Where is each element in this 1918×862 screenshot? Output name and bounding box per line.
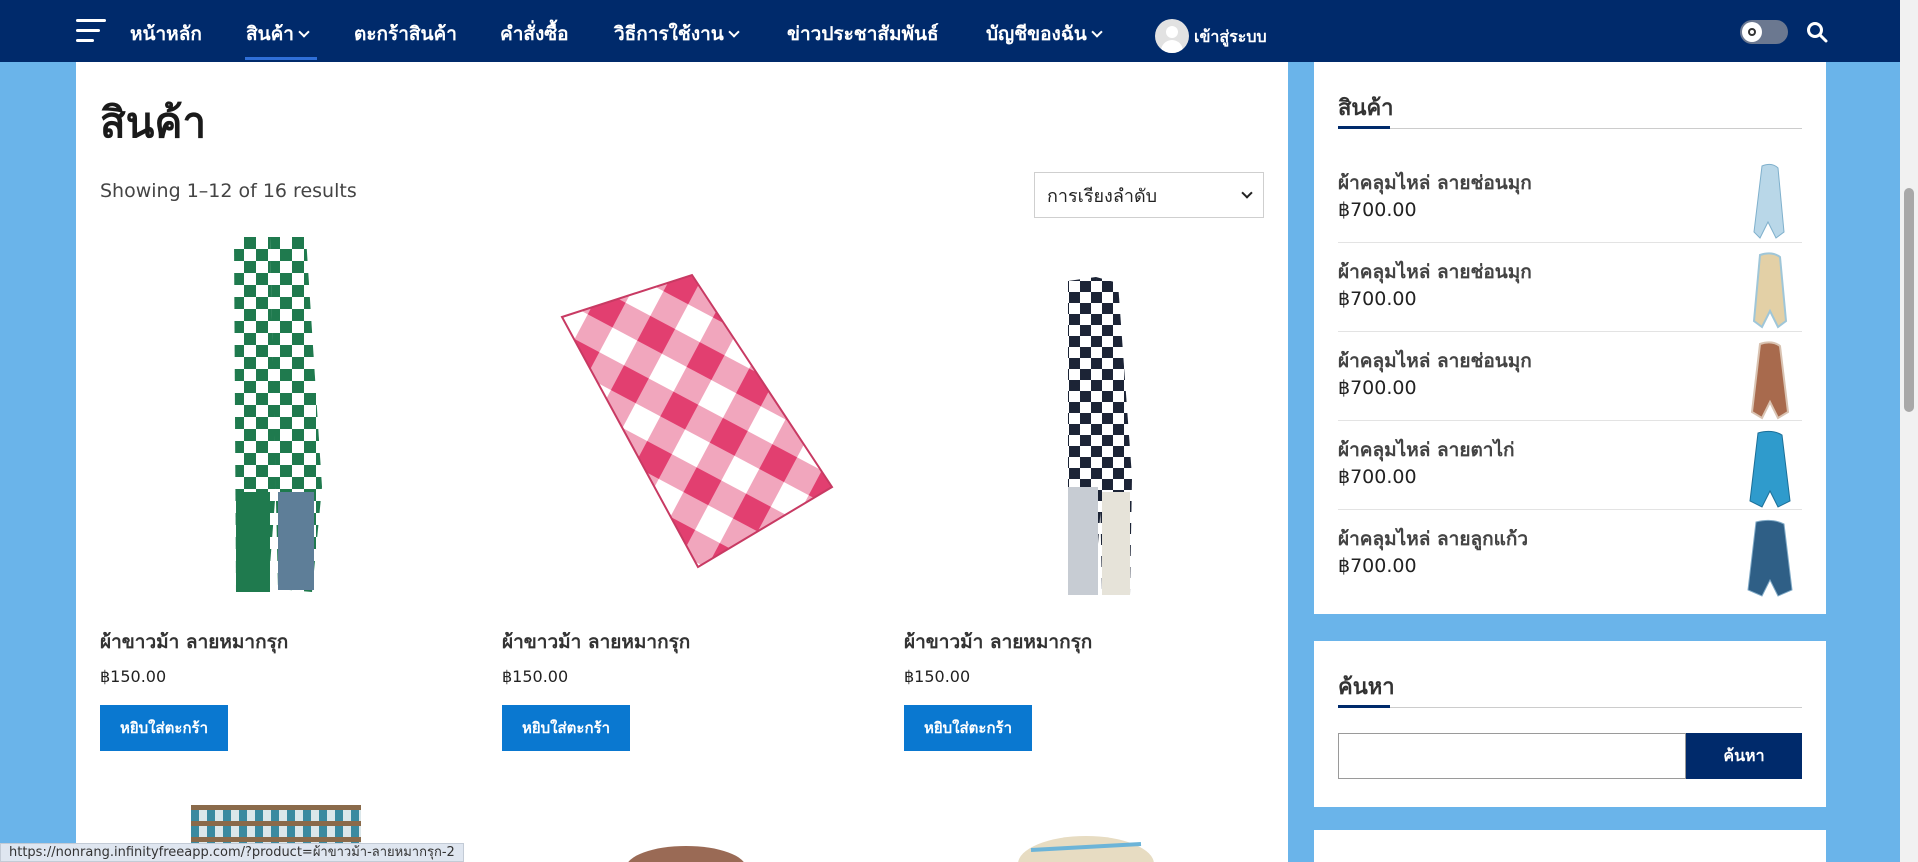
sidebar-product-price: ฿700.00 [1338,555,1417,577]
product-thumbnail[interactable] [1738,518,1802,598]
product-price: ฿150.00 [502,667,569,686]
product-image[interactable] [616,842,756,862]
nav-item-my-account[interactable]: บัญชีของฉัน [986,19,1103,49]
product-name[interactable]: ผ้าขาวม้า ลายหมากรุก [904,627,1092,657]
search-input[interactable] [1338,733,1686,779]
nav-item-how-to-use[interactable]: วิธีการใช้งาน [614,19,740,49]
status-bar-url: https://nonrang.infinityfreeapp.com/?pro… [0,843,464,862]
nav-item-cart[interactable]: ตะกร้าสินค้า [354,19,457,49]
product-name[interactable]: ผ้าขาวม้า ลายหมากรุก [502,627,690,657]
sidebar-product-item[interactable]: ผ้าคลุมไหล่ ลายลูกแก้ว ฿700.00 [1338,518,1802,606]
widget-title: ค้นหา [1338,675,1395,700]
sidebar-product-item[interactable]: ผ้าคลุมไหล่ ลายช่อนมุก ฿700.00 [1338,162,1802,250]
search-icon[interactable] [1806,21,1828,43]
main-content: สินค้า Showing 1–12 of 16 results การเรี… [76,62,1288,862]
sidebar-products-widget: สินค้า ผ้าคลุมไหล่ ลายช่อนมุก ฿700.00 ผ้… [1314,62,1826,614]
add-to-cart-button[interactable]: หยิบใส่ตะกร้า [904,705,1032,751]
product-thumbnail[interactable] [1738,340,1802,420]
add-to-cart-button[interactable]: หยิบใส่ตะกร้า [502,705,630,751]
top-navigation: หน้าหลัก สินค้า ตะกร้าสินค้า คำสั่งซื้อ … [0,0,1900,62]
sidebar-product-item[interactable]: ผ้าคลุมไหล่ ลายช่อนมุก ฿700.00 [1338,340,1802,428]
nav-item-news[interactable]: ข่าวประชาสัมพันธ์ [787,19,939,49]
sidebar-product-price: ฿700.00 [1338,199,1417,221]
sidebar-product-name[interactable]: ผ้าคลุมไหล่ ลายตาไก่ [1338,435,1515,465]
product-price: ฿150.00 [100,667,167,686]
avatar-icon[interactable] [1155,19,1189,53]
product-thumbnail[interactable] [1738,162,1802,242]
sidebar-product-price: ฿700.00 [1338,288,1417,310]
product-name[interactable]: ผ้าขาวม้า ลายหมากรุก [100,627,288,657]
product-image[interactable] [502,237,862,597]
product-thumbnail[interactable] [1738,429,1802,509]
add-to-cart-button[interactable]: หยิบใส่ตะกร้า [100,705,228,751]
login-link[interactable]: เข้าสู่ระบบ [1194,25,1267,50]
nav-item-home[interactable]: หน้าหลัก [130,19,202,49]
chevron-down-icon [1241,187,1253,199]
product-image[interactable] [1011,830,1161,862]
sidebar-product-name[interactable]: ผ้าคลุมไหล่ ลายลูกแก้ว [1338,524,1528,554]
page-title: สินค้า [100,98,207,147]
sidebar-product-item[interactable]: ผ้าคลุมไหล่ ลายช่อนมุก ฿700.00 [1338,251,1802,339]
nav-item-products[interactable]: สินค้า [246,19,310,49]
sidebar-product-name[interactable]: ผ้าคลุมไหล่ ลายช่อนมุก [1338,257,1532,287]
orderby-select[interactable]: การเรียงลำดับ [1034,172,1264,218]
widget-title: สินค้า [1338,96,1394,121]
sidebar-search-widget: ค้นหา ค้นหา [1314,641,1826,807]
result-count: Showing 1–12 of 16 results [100,180,357,202]
sidebar-product-item[interactable]: ผ้าคลุมไหล่ ลายตาไก่ ฿700.00 [1338,429,1802,517]
sun-icon [1742,22,1762,42]
sidebar-widget [1314,830,1826,862]
chevron-down-icon [728,26,740,38]
product-image[interactable] [100,237,460,597]
theme-toggle[interactable] [1740,20,1788,44]
sidebar-product-price: ฿700.00 [1338,377,1417,399]
sidebar-product-price: ฿700.00 [1338,466,1417,488]
product-thumbnail[interactable] [1738,251,1802,331]
active-nav-indicator [245,57,317,60]
product-image[interactable] [904,237,1264,597]
product-price: ฿150.00 [904,667,971,686]
sidebar-product-name[interactable]: ผ้าคลุมไหล่ ลายช่อนมุก [1338,168,1532,198]
scrollbar-thumb[interactable] [1904,188,1914,412]
search-button[interactable]: ค้นหา [1686,733,1802,779]
chevron-down-icon [298,26,310,38]
nav-item-orders[interactable]: คำสั่งซื้อ [500,19,569,49]
chevron-down-icon [1091,26,1103,38]
menu-icon[interactable] [76,19,106,43]
scrollbar[interactable] [1900,0,1918,862]
sidebar-product-name[interactable]: ผ้าคลุมไหล่ ลายช่อนมุก [1338,346,1532,376]
